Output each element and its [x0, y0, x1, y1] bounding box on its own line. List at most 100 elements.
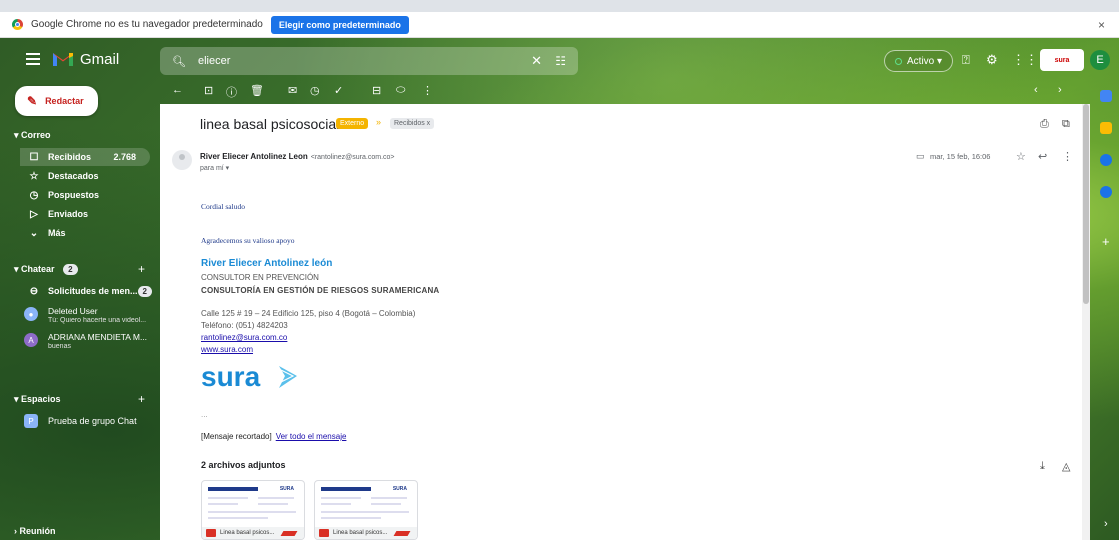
- scrollbar-thumb[interactable]: [1083, 104, 1089, 304]
- set-default-button[interactable]: Elegir como predeterminado: [270, 15, 409, 34]
- back-arrow-icon[interactable]: ←: [172, 84, 183, 96]
- inbox-icon: ☐: [29, 151, 39, 163]
- inbox-label-chip[interactable]: Recibidos x: [390, 118, 435, 129]
- email-date: mar, 15 feb, 16:06: [930, 152, 991, 161]
- signature-phone: Teléfono: (051) 4824203: [201, 321, 288, 330]
- search-options-icon[interactable]: ☷: [555, 54, 566, 68]
- recipient-details[interactable]: para mí ▾: [200, 164, 229, 172]
- thanks-text: Agradecemos su valioso apoyo: [201, 236, 295, 245]
- clipped-message-notice: [Mensaje recortado] Ver todo el mensaje: [201, 432, 347, 441]
- contacts-icon[interactable]: [1100, 186, 1112, 198]
- avatar: A: [24, 333, 38, 347]
- spaces-section-title[interactable]: ▾ Espacios: [14, 394, 61, 405]
- open-new-window-icon[interactable]: ⧉: [1062, 118, 1070, 131]
- expand-panel-chevron-icon[interactable]: ›: [1104, 518, 1108, 530]
- print-icon[interactable]: ⎙: [1040, 118, 1049, 131]
- move-to-icon[interactable]: ⊟: [372, 84, 381, 97]
- attachment-indicator-icon: ▭: [916, 151, 925, 161]
- sidebar-item-starred[interactable]: ☆ Destacados: [28, 167, 158, 185]
- chat-request-icon: ⊖: [29, 285, 39, 297]
- importance-marker-icon[interactable]: »: [376, 117, 381, 127]
- sidebar-item-message-requests[interactable]: ⊖ Solicitudes de men... 2: [28, 282, 158, 300]
- signature-email-link[interactable]: rantolinez@sura.com.co: [201, 333, 287, 342]
- more-vert-icon[interactable]: ⋮: [1062, 150, 1073, 163]
- add-to-drive-icon[interactable]: ◬: [1062, 460, 1070, 473]
- search-bar[interactable]: 🔍︎ eliecer ✕ ☷: [160, 47, 578, 75]
- signature-web-link[interactable]: www.sura.com: [201, 345, 253, 354]
- status-chip[interactable]: Activo ▾: [884, 50, 954, 72]
- sidebar-item-sent[interactable]: ▷ Enviados: [28, 205, 158, 223]
- sidebar-item-inbox[interactable]: ☐ Recibidos 2.768: [20, 148, 150, 166]
- space-item[interactable]: P Prueba de grupo Chat: [24, 414, 137, 428]
- reply-icon[interactable]: ↩: [1038, 150, 1047, 163]
- trimmed-content-ellipsis[interactable]: ...: [201, 410, 208, 419]
- new-chat-plus-icon[interactable]: +: [138, 262, 145, 276]
- newer-chevron-icon[interactable]: ‹: [1034, 84, 1038, 96]
- meeting-section-title[interactable]: › Reunión: [14, 526, 56, 536]
- help-icon[interactable]: ⍰: [962, 52, 970, 68]
- snooze-icon[interactable]: ◷: [310, 84, 320, 97]
- search-icon[interactable]: 🔍︎: [172, 55, 186, 68]
- send-icon: ▷: [30, 208, 38, 220]
- space-avatar: P: [24, 414, 38, 428]
- attachments-title: 2 archivos adjuntos: [201, 460, 286, 470]
- report-spam-icon[interactable]: ⓘ: [226, 84, 237, 100]
- download-all-icon[interactable]: ⤓: [1040, 460, 1045, 473]
- label-icon[interactable]: ⬭: [396, 84, 405, 97]
- archive-icon[interactable]: ⊡: [204, 84, 213, 97]
- organization-logo[interactable]: sura: [1040, 49, 1084, 71]
- new-space-plus-icon[interactable]: +: [138, 392, 145, 406]
- attachment-thumbnail[interactable]: SURA Linea basal psicos...: [201, 480, 305, 540]
- infobar-text: Google Chrome no es tu navegador predete…: [31, 19, 263, 30]
- signature-dept: CONSULTORÍA EN GESTIÓN DE RIESGOS SURAME…: [201, 286, 440, 295]
- mail-section-title[interactable]: ▾ Correo: [14, 130, 51, 141]
- keep-icon[interactable]: [1100, 122, 1112, 134]
- account-avatar[interactable]: E: [1090, 50, 1110, 70]
- chat-contact-adriana[interactable]: A ADRIANA MENDIETA M... buenas: [24, 332, 154, 350]
- search-input[interactable]: eliecer: [198, 55, 230, 67]
- clock-icon: ◷: [29, 189, 39, 201]
- chrome-icon: [12, 19, 23, 30]
- clear-search-icon[interactable]: ✕: [531, 53, 542, 69]
- email-reading-pane: linea basal psicosocial Externo » Recibi…: [160, 104, 1082, 540]
- tasks-icon[interactable]: [1100, 154, 1112, 166]
- pdf-file-icon: [319, 529, 329, 537]
- add-task-icon[interactable]: ✓: [334, 84, 343, 97]
- compose-button[interactable]: ✎ Redactar: [15, 86, 98, 116]
- gmail-logo-icon[interactable]: [52, 50, 74, 67]
- sender-avatar: [172, 150, 192, 170]
- external-tag: Externo: [336, 118, 369, 129]
- settings-gear-icon[interactable]: ⚙: [986, 52, 998, 68]
- close-icon[interactable]: ×: [1098, 18, 1105, 32]
- inbox-count: 2.768: [113, 152, 136, 162]
- side-panel-rail: + ›: [1092, 80, 1119, 540]
- gmail-header: Gmail 🔍︎ eliecer ✕ ☷ Activo ▾ ⍰ ⚙ ⋮⋮ sur…: [0, 44, 1119, 78]
- chat-contact-deleted-user[interactable]: ● Deleted User Tú: Quiero hacerte una vi…: [24, 306, 154, 324]
- star-icon: ☆: [29, 170, 39, 182]
- user-avatar-icon: ●: [24, 307, 38, 321]
- older-chevron-icon[interactable]: ›: [1058, 84, 1062, 96]
- message-toolbar: ← ⊡ ⓘ 🗑︎ ✉ ◷ ✓ ⊟ ⬭ ⋮ ‹ ›: [160, 82, 1082, 102]
- browser-top-strip: [0, 0, 1119, 12]
- apps-grid-icon[interactable]: ⋮⋮: [1012, 52, 1038, 68]
- main-menu-icon[interactable]: [26, 53, 40, 65]
- attachment-thumbnail[interactable]: SURA Linea basal psicos...: [314, 480, 418, 540]
- calendar-icon[interactable]: [1100, 90, 1112, 102]
- chat-section-title[interactable]: ▾ Chatear 2: [14, 264, 78, 275]
- sidebar-item-snoozed[interactable]: ◷ Pospuestos: [28, 186, 158, 204]
- chat-count-badge: 2: [63, 264, 78, 275]
- get-addons-plus-icon[interactable]: +: [1102, 234, 1110, 249]
- sidebar-item-more[interactable]: ⌄ Más: [28, 224, 158, 242]
- more-options-icon[interactable]: ⋮: [422, 84, 433, 97]
- app-name: Gmail: [80, 51, 120, 68]
- delete-icon[interactable]: 🗑︎: [250, 84, 264, 97]
- signature-address: Calle 125 # 19 – 24 Edificio 125, piso 4…: [201, 309, 416, 318]
- reading-pane-scrollbar[interactable]: [1082, 104, 1090, 540]
- view-full-message-link[interactable]: Ver todo el mensaje: [276, 432, 347, 441]
- sura-logo: sura: [201, 361, 297, 392]
- sura-logo-text: sura: [201, 361, 261, 392]
- requests-badge: 2: [137, 285, 152, 297]
- star-icon[interactable]: ☆: [1016, 150, 1026, 163]
- mark-unread-icon[interactable]: ✉: [288, 84, 297, 97]
- sender-email: <rantolinez@sura.com.co>: [310, 154, 395, 161]
